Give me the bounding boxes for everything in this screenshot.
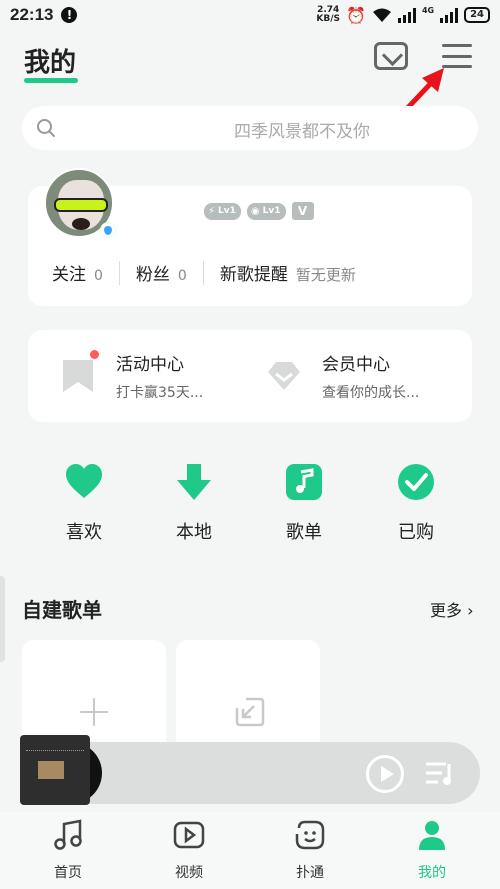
profile-stats: 关注 0 粉丝 0 新歌提醒 暂无更新 bbox=[52, 260, 356, 285]
tab-home[interactable]: 首页 bbox=[28, 818, 108, 882]
quick-playlist[interactable]: 歌单 bbox=[264, 462, 344, 544]
quick-actions: 喜欢 本地 歌单 已购 bbox=[28, 462, 472, 544]
signal-icon bbox=[397, 7, 416, 23]
stat-new-songs[interactable]: 新歌提醒 暂无更新 bbox=[220, 260, 356, 285]
activity-center[interactable]: 活动中心 打卡赢35天... bbox=[60, 330, 250, 422]
quick-local[interactable]: 本地 bbox=[154, 462, 234, 544]
bottom-tab-bar: 首页 视频 扑通 我的 bbox=[0, 812, 500, 889]
water-drop-icon bbox=[100, 222, 116, 238]
music-note-icon bbox=[286, 464, 322, 500]
activity-card: 活动中心 打卡赢35天... 会员中心 查看你的成长... bbox=[28, 330, 472, 422]
video-play-icon bbox=[173, 821, 205, 849]
quick-like[interactable]: 喜欢 bbox=[44, 462, 124, 544]
search-placeholder: 四季风景都不及你 bbox=[234, 122, 370, 142]
album-cover[interactable] bbox=[20, 735, 90, 805]
info-icon: ! bbox=[61, 7, 78, 23]
battery-indicator: 24 bbox=[464, 7, 490, 23]
disc-level-badge: ◉ Lv1 bbox=[246, 202, 286, 220]
network-type: 4G bbox=[421, 5, 435, 15]
stat-fans[interactable]: 粉丝 0 bbox=[136, 260, 187, 285]
quick-purchased[interactable]: 已购 bbox=[376, 462, 456, 544]
tab-mine[interactable]: 我的 bbox=[392, 818, 472, 882]
heart-icon bbox=[66, 464, 102, 498]
bookmark-icon bbox=[63, 360, 93, 392]
vip-badge: V bbox=[291, 202, 314, 220]
check-circle-icon bbox=[398, 464, 434, 500]
page-title: 我的 bbox=[24, 48, 77, 78]
tab-putong[interactable]: 扑通 bbox=[270, 818, 350, 882]
side-drawer-handle[interactable] bbox=[0, 576, 5, 662]
smile-face-icon bbox=[295, 820, 325, 850]
search-icon bbox=[37, 119, 55, 137]
profile-icon bbox=[419, 821, 445, 850]
music-note-icon bbox=[54, 819, 82, 850]
import-icon bbox=[235, 697, 265, 727]
more-link[interactable]: 更多 › bbox=[430, 597, 474, 621]
level-badges: ⚡ Lv1 ◉ Lv1 V bbox=[204, 202, 314, 220]
member-center[interactable]: 会员中心 查看你的成长... bbox=[266, 330, 456, 422]
title-underline bbox=[24, 78, 78, 83]
wifi-icon bbox=[372, 8, 391, 22]
signal-icon-2 bbox=[440, 7, 459, 23]
notification-dot bbox=[90, 350, 99, 359]
section-title: 自建歌单 bbox=[22, 598, 102, 622]
profile-card[interactable]: ⚡ Lv1 ◉ Lv1 V 关注 0 粉丝 0 新歌提醒 暂无更新 bbox=[28, 168, 472, 306]
status-bar: 22:13 ! 2.74 KB/S ⏰ 4G 24 bbox=[0, 0, 500, 30]
tab-video[interactable]: 视频 bbox=[149, 818, 229, 882]
playlist-queue-icon[interactable] bbox=[424, 760, 456, 788]
download-icon bbox=[177, 464, 211, 500]
lightning-level-badge: ⚡ Lv1 bbox=[204, 202, 241, 220]
status-time: 22:13 bbox=[10, 5, 54, 24]
net-speed: 2.74 KB/S bbox=[316, 5, 341, 24]
alarm-icon: ⏰ bbox=[346, 5, 366, 25]
stat-following[interactable]: 关注 0 bbox=[52, 260, 103, 285]
search-bar[interactable]: 四季风景都不及你 bbox=[22, 106, 478, 150]
status-right: 2.74 KB/S ⏰ 4G 24 bbox=[316, 6, 490, 25]
play-button[interactable] bbox=[366, 755, 404, 793]
diamond-icon bbox=[268, 362, 300, 390]
